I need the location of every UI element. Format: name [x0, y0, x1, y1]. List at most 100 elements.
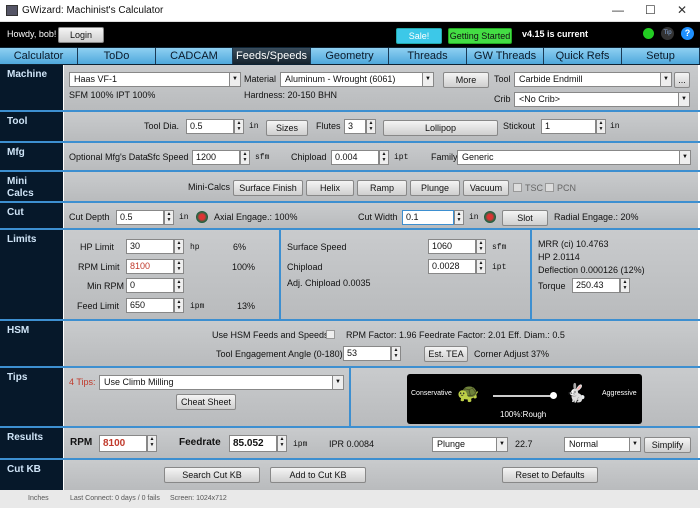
sfc-speed-spinner[interactable]: ▲ ▼	[240, 150, 250, 165]
tool-more-button[interactable]: ...	[674, 72, 690, 88]
min-rpm-spinner[interactable]: ▲ ▼	[174, 278, 184, 293]
tab-cadcam[interactable]: CADCAM	[156, 48, 233, 64]
reset-defaults-button[interactable]: Reset to Defaults	[502, 467, 598, 483]
sizes-button[interactable]: Sizes	[266, 120, 308, 136]
vacuum-button[interactable]: Vacuum	[463, 180, 509, 196]
engagement-gauge-icon[interactable]	[196, 211, 208, 223]
simplify-button[interactable]: Simplify	[644, 437, 691, 453]
tool-dia-spinner[interactable]: ▲ ▼	[234, 119, 244, 134]
slot-button[interactable]: Slot	[502, 210, 548, 226]
use-hsm-checkbox[interactable]	[326, 330, 335, 339]
tab-setup[interactable]: Setup	[622, 48, 700, 64]
surface-speed-spinner[interactable]: ▲ ▼	[476, 239, 486, 254]
rpm-pct: 100%	[232, 262, 256, 272]
tab-geometry[interactable]: Geometry	[311, 48, 389, 64]
chipload-input[interactable]: 0.0028	[428, 259, 476, 274]
tea-spinner[interactable]: ▲ ▼	[391, 346, 401, 361]
stickout-spinner[interactable]: ▲ ▼	[596, 119, 606, 134]
more-button[interactable]: More	[443, 72, 489, 88]
feed-limit-spinner[interactable]: ▲ ▼	[174, 298, 184, 313]
lollipop-button[interactable]: Lollipop	[383, 120, 498, 136]
flutes-input[interactable]: 3	[344, 119, 366, 134]
cut-depth-input[interactable]: 0.5	[116, 210, 164, 225]
chevron-down-icon: ▼	[496, 438, 507, 451]
pcn-checkbox[interactable]	[545, 183, 554, 192]
chevron-down-icon: ▼	[422, 73, 433, 86]
chipload-input[interactable]: 0.004	[331, 150, 379, 165]
rpm-result-input[interactable]: 8100	[99, 435, 147, 452]
rpm-spinner[interactable]: ▲ ▼	[147, 435, 157, 452]
sfc-speed-input[interactable]: 1200	[192, 150, 240, 165]
minimize-button[interactable]: —	[612, 3, 624, 17]
cut-section: Cut Cut Depth 0.5 ▲ ▼ in Axial Engage.: 1…	[0, 203, 700, 230]
hp-limit-input[interactable]: 30	[126, 239, 174, 254]
family-select[interactable]: Generic ▼	[457, 150, 691, 165]
cut-width-spinner[interactable]: ▲ ▼	[454, 210, 464, 225]
tab-calculator[interactable]: Calculator	[0, 48, 78, 64]
tab-feeds-speeds[interactable]: Feeds/Speeds	[233, 48, 311, 64]
close-button[interactable]: ✕	[677, 3, 687, 17]
min-rpm-input[interactable]: 0	[126, 278, 174, 293]
crib-select[interactable]: <No Crib> ▼	[514, 92, 690, 107]
help-icon[interactable]: ?	[681, 27, 694, 40]
feed-limit-input[interactable]: 650	[126, 298, 174, 313]
login-button[interactable]: Login	[58, 27, 104, 43]
material-select[interactable]: Aluminum - Wrought (6061) ▼	[280, 72, 434, 87]
chipload-spinner[interactable]: ▲ ▼	[476, 259, 486, 274]
stickout-input[interactable]: 1	[541, 119, 596, 134]
mrr: MRR (ci) 10.4763	[538, 239, 609, 249]
engagement-gauge-icon[interactable]	[484, 211, 496, 223]
tab-todo[interactable]: ToDo	[78, 48, 156, 64]
surface-finish-button[interactable]: Surface Finish	[233, 180, 303, 196]
cut-width-input[interactable]: 0.1	[402, 210, 454, 225]
maximize-button[interactable]: ☐	[645, 3, 656, 17]
level-value: Normal	[569, 439, 599, 449]
slider-track[interactable]	[493, 395, 554, 397]
tab-gw-threads[interactable]: GW Threads	[467, 48, 544, 64]
slider-handle[interactable]	[550, 392, 557, 399]
chipload-spinner[interactable]: ▲ ▼	[379, 150, 389, 165]
tea-input[interactable]: 53	[343, 346, 391, 361]
tool-select[interactable]: Carbide Endmill ▼	[514, 72, 672, 87]
cut-depth-spinner[interactable]: ▲ ▼	[164, 210, 174, 225]
rpm-limit-spinner[interactable]: ▲ ▼	[174, 259, 184, 274]
rabbit-icon: 🐇	[565, 383, 588, 403]
unit: ipt	[394, 153, 409, 162]
hp-limit-spinner[interactable]: ▲ ▼	[174, 239, 184, 254]
mode-select[interactable]: Plunge ▼	[432, 437, 508, 452]
mode-value: Plunge	[437, 439, 466, 449]
getting-started-button[interactable]: Getting Started	[448, 28, 512, 44]
tip-icon[interactable]: Tip	[661, 27, 674, 40]
est-tea-button[interactable]: Est. TEA	[424, 346, 468, 362]
search-cut-kb-button[interactable]: Search Cut KB	[164, 467, 260, 483]
material-value: Aluminum - Wrought (6061)	[285, 74, 396, 84]
cut-depth-label: Cut Depth	[69, 212, 110, 222]
tab-quick-refs[interactable]: Quick Refs	[544, 48, 622, 64]
level-select[interactable]: Normal ▼	[564, 437, 641, 452]
helix-button[interactable]: Helix	[306, 180, 354, 196]
rpm-limit-input[interactable]: 8100	[126, 259, 174, 274]
flutes-spinner[interactable]: ▲ ▼	[366, 119, 376, 134]
material-label: Material	[244, 74, 277, 84]
tab-threads[interactable]: Threads	[389, 48, 467, 64]
chipload-label: Chipload	[287, 262, 323, 272]
power-icon[interactable]	[643, 28, 654, 39]
add-to-cut-kb-button[interactable]: Add to Cut KB	[270, 467, 366, 483]
plunge-button[interactable]: Plunge	[410, 180, 460, 196]
family-value: Generic	[462, 152, 494, 162]
tips-select[interactable]: Use Climb Milling ▼	[99, 375, 344, 390]
tool-dia-input[interactable]: 0.5	[186, 119, 234, 134]
feedrate-spinner[interactable]: ▲ ▼	[277, 435, 287, 452]
sale-button[interactable]: Sale!	[396, 28, 442, 44]
torque-spinner[interactable]: ▲ ▼	[620, 278, 630, 293]
conservative-label: Conservative	[411, 390, 452, 397]
cheat-sheet-button[interactable]: Cheat Sheet	[176, 394, 236, 410]
turtle-icon: 🐢	[457, 383, 480, 403]
feedrate-input[interactable]: 85.052	[229, 435, 277, 452]
machine-select[interactable]: Haas VF-1 ▼	[69, 72, 241, 87]
torque-input[interactable]: 250.43	[572, 278, 620, 293]
crib-label: Crib	[494, 94, 511, 104]
ramp-button[interactable]: Ramp	[357, 180, 407, 196]
tsc-checkbox[interactable]	[513, 183, 522, 192]
surface-speed-input[interactable]: 1060	[428, 239, 476, 254]
